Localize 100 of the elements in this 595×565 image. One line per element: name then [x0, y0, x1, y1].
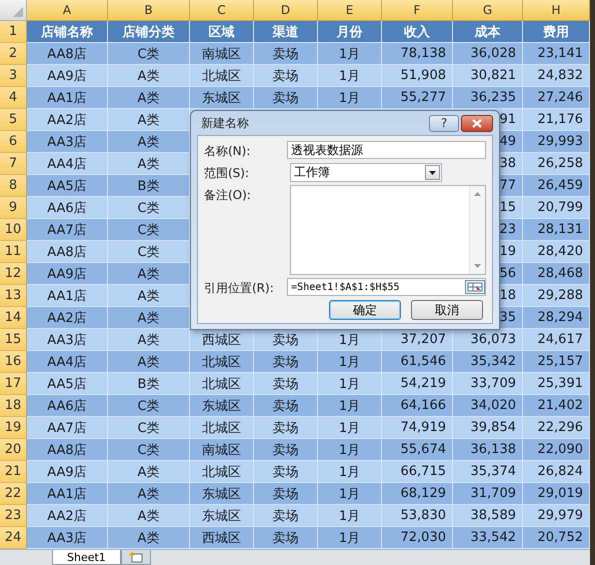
table-cell: AA3店: [27, 131, 108, 153]
row-header[interactable]: 1: [0, 21, 27, 43]
row-header[interactable]: 18: [0, 395, 27, 417]
table-cell: 25,391: [523, 373, 590, 395]
column-header[interactable]: D: [254, 0, 318, 21]
row-header[interactable]: 20: [0, 439, 27, 461]
table-cell: 西城区: [190, 329, 254, 351]
table-cell: 东城区: [190, 395, 254, 417]
table-cell: 卖场: [254, 527, 318, 549]
row-header[interactable]: 23: [0, 505, 27, 527]
row-header[interactable]: 14: [0, 307, 27, 329]
table-cell: 29,019: [523, 483, 590, 505]
row-header[interactable]: 10: [0, 219, 27, 241]
table-cell: A类: [108, 351, 190, 373]
row-header[interactable]: 4: [0, 87, 27, 109]
table-cell: 卖场: [254, 87, 318, 109]
row-header[interactable]: 12: [0, 263, 27, 285]
scope-dropdown[interactable]: 工作簿: [290, 163, 442, 182]
row-header[interactable]: 22: [0, 483, 27, 505]
table-cell: 西城区: [190, 527, 254, 549]
table-cell: 25,157: [523, 351, 590, 373]
ok-button[interactable]: 确定: [329, 300, 401, 320]
row-header[interactable]: 15: [0, 329, 27, 351]
table-cell: 卖场: [254, 439, 318, 461]
table-cell: 1月: [318, 329, 382, 351]
table-cell: AA1店: [27, 87, 108, 109]
header-cell: 费用: [523, 21, 590, 43]
row-header[interactable]: 21: [0, 461, 27, 483]
header-cell: 店铺分类: [108, 21, 190, 43]
comment-field[interactable]: [290, 185, 486, 275]
table-cell: 卖场: [254, 395, 318, 417]
table-cell: 55,277: [382, 87, 453, 109]
table-cell: AA9店: [27, 263, 108, 285]
table-cell: 29,979: [523, 505, 590, 527]
table-cell: 64,166: [382, 395, 453, 417]
table-cell: 28,468: [523, 263, 590, 285]
table-cell: 74,919: [382, 417, 453, 439]
field-label: 引用位置(R):: [204, 280, 275, 297]
column-header[interactable]: E: [318, 0, 382, 21]
table-cell: 28,131: [523, 219, 590, 241]
table-cell: 35,374: [453, 461, 523, 483]
table-cell: A类: [108, 285, 190, 307]
row-header[interactable]: 24: [0, 527, 27, 549]
row-header[interactable]: 11: [0, 241, 27, 263]
table-cell: A类: [108, 505, 190, 527]
table-cell: A类: [108, 307, 190, 329]
row-header[interactable]: 3: [0, 65, 27, 87]
row-header[interactable]: 19: [0, 417, 27, 439]
name-field[interactable]: 透视表数据源: [287, 141, 486, 159]
row-header[interactable]: 7: [0, 153, 27, 175]
column-header[interactable]: H: [523, 0, 590, 21]
row-header[interactable]: 16: [0, 351, 27, 373]
table-cell: 北城区: [190, 351, 254, 373]
range-picker-icon[interactable]: [465, 280, 485, 294]
table-cell: 61,546: [382, 351, 453, 373]
table-cell: A类: [108, 527, 190, 549]
table-cell: 1月: [318, 395, 382, 417]
table-cell: AA2店: [27, 109, 108, 131]
row-header[interactable]: 8: [0, 175, 27, 197]
table-cell: 北城区: [190, 417, 254, 439]
column-header[interactable]: G: [453, 0, 523, 21]
table-cell: 卖场: [254, 461, 318, 483]
table-cell: A类: [108, 65, 190, 87]
table-cell: A类: [108, 109, 190, 131]
table-cell: 卖场: [254, 351, 318, 373]
table-cell: 26,824: [523, 461, 590, 483]
insert-sheet-button[interactable]: [120, 550, 151, 565]
table-cell: 1月: [318, 351, 382, 373]
table-cell: A类: [108, 263, 190, 285]
column-header[interactable]: F: [382, 0, 453, 21]
row-header[interactable]: 13: [0, 285, 27, 307]
help-button[interactable]: ?: [429, 114, 459, 132]
column-header[interactable]: B: [108, 0, 190, 21]
row-header[interactable]: 5: [0, 109, 27, 131]
table-cell: 27,246: [523, 87, 590, 109]
table-cell: 卖场: [254, 373, 318, 395]
table-cell: 1月: [318, 483, 382, 505]
table-cell: 北城区: [190, 65, 254, 87]
column-header[interactable]: A: [27, 0, 108, 21]
table-cell: 卖场: [254, 43, 318, 65]
row-header[interactable]: 17: [0, 373, 27, 395]
row-header[interactable]: 2: [0, 43, 27, 65]
scrollbar[interactable]: [469, 186, 485, 274]
table-cell: 26,459: [523, 175, 590, 197]
row-header[interactable]: 6: [0, 131, 27, 153]
table-cell: 54,219: [382, 373, 453, 395]
table-cell: C类: [108, 395, 190, 417]
sheet-tab[interactable]: Sheet1: [52, 550, 121, 565]
row-header[interactable]: 9: [0, 197, 27, 219]
table-cell: C类: [108, 43, 190, 65]
table-cell: 37,207: [382, 329, 453, 351]
table-cell: 1月: [318, 417, 382, 439]
column-header[interactable]: C: [190, 0, 254, 21]
table-cell: 东城区: [190, 87, 254, 109]
header-cell: 收入: [382, 21, 453, 43]
close-button[interactable]: [461, 114, 493, 132]
cancel-button[interactable]: 取消: [411, 300, 483, 320]
table-cell: A类: [108, 461, 190, 483]
reference-field[interactable]: =Sheet1!$A$1:$H$55: [287, 278, 486, 296]
table-cell: 29,993: [523, 131, 590, 153]
